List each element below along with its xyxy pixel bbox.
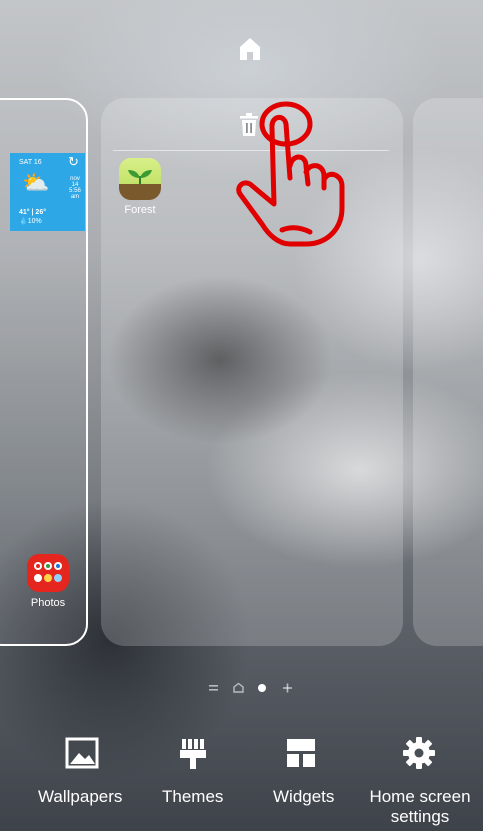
page-indicator[interactable] (206, 681, 296, 695)
home-icon[interactable] (238, 36, 262, 62)
weather-side-info: nov 14 5:56 am (67, 176, 83, 200)
themes-button[interactable]: Themes (158, 730, 234, 830)
edit-mode-toolbar: Wallpapers Themes Widgets Home screen se… (0, 730, 483, 831)
photos-folder-glyphs (34, 562, 62, 582)
home-screen-settings-label: Home screen settings (364, 787, 476, 827)
gear-icon (403, 737, 435, 769)
refresh-icon[interactable]: ↻ (68, 155, 79, 168)
indicator-menu-icon (209, 685, 218, 691)
widgets-icon (287, 739, 315, 767)
paintbrush-icon (180, 739, 206, 769)
widgets-button[interactable]: Widgets (268, 730, 348, 830)
home-screen-settings-button[interactable]: Home screen settings (364, 730, 476, 830)
wallpapers-button[interactable]: Wallpapers (36, 730, 128, 830)
home-page-preview-right[interactable] (413, 98, 483, 646)
settings-label-line1: Home screen (369, 787, 471, 806)
rain-value: 10% (27, 218, 42, 225)
partly-cloudy-icon: ⛅ (22, 170, 50, 195)
weather-side-line: am (70, 194, 80, 200)
photos-folder-icon[interactable] (27, 554, 69, 592)
wallpapers-label: Wallpapers (38, 787, 123, 806)
weather-day: SAT 16 (19, 159, 42, 166)
forest-app-icon[interactable] (119, 158, 161, 200)
wallpaper-icon (65, 737, 99, 769)
widgets-label: Widgets (273, 787, 335, 806)
settings-label-line2: settings (390, 807, 450, 826)
indicator-current-page-dot (258, 684, 266, 692)
weather-rain-chance: 💧10% (19, 218, 42, 225)
indicator-add-page-icon (283, 683, 292, 693)
themes-label: Themes (162, 787, 224, 806)
indicator-home-icon (233, 682, 244, 693)
app-label-photos: Photos (30, 597, 66, 609)
pointing-hand-icon (236, 101, 345, 247)
app-label-forest: Forest (124, 204, 156, 216)
weather-widget[interactable]: SAT 16 ↻ ⛅ nov 14 5:56 am 41° | 26° 💧10% (10, 153, 85, 231)
sprout-icon (128, 170, 152, 184)
weather-temperatures: 41° | 26° (19, 209, 47, 216)
